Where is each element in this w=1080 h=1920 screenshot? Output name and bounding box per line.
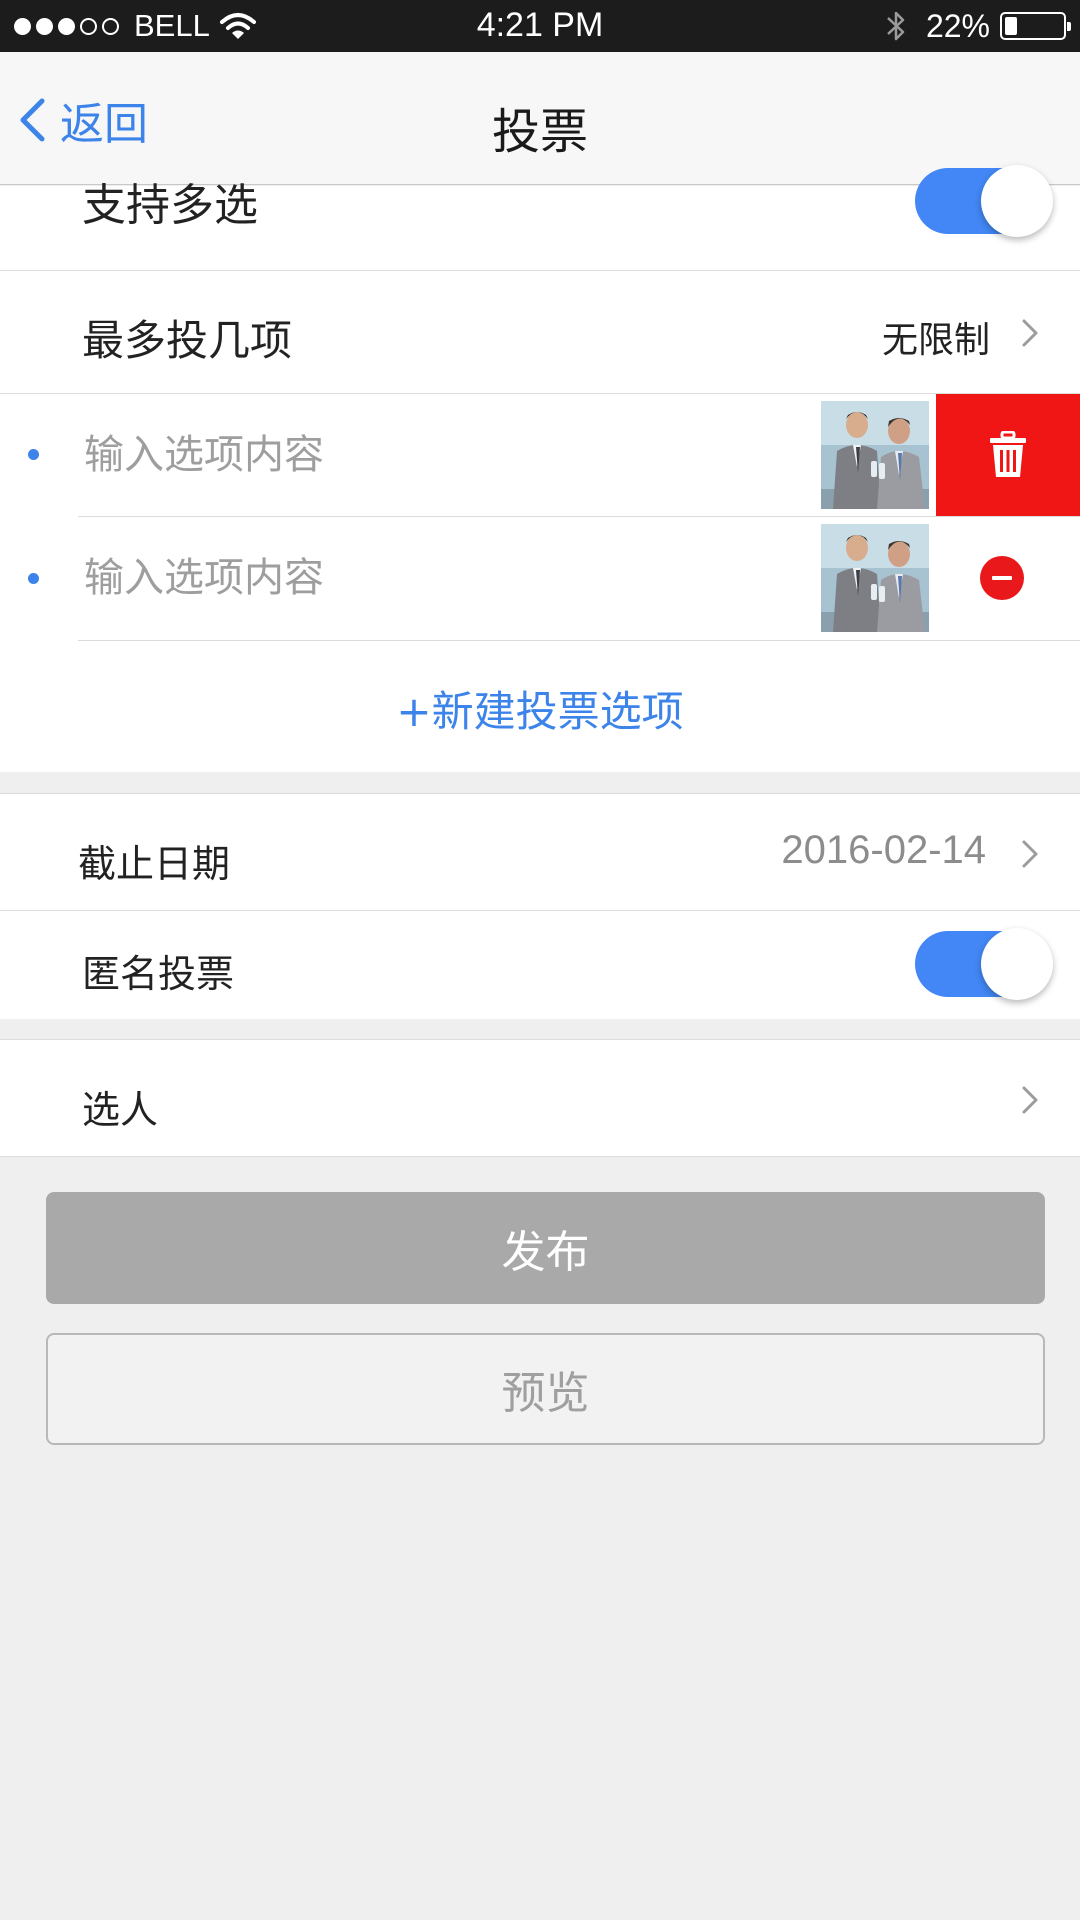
multi-select-label: 支持多选	[82, 180, 258, 231]
status-right: 22%	[884, 7, 1071, 44]
divider	[78, 640, 1080, 641]
deadline-value: 2016-02-14	[781, 828, 986, 872]
battery-percent: 22%	[925, 7, 990, 44]
select-people-label: 选人	[82, 1088, 159, 1132]
vote-option-row	[0, 394, 1080, 516]
deadline-row[interactable]: 截止日期 2016-02-14	[0, 794, 1080, 910]
option-image[interactable]	[821, 524, 929, 632]
option-image[interactable]	[821, 401, 929, 509]
toggle-knob	[981, 928, 1053, 1000]
status-bar: BELL 4:21 PM 22%	[0, 0, 1080, 52]
multi-select-row: 支持多选	[0, 165, 1080, 270]
minus-circle-icon[interactable]	[980, 556, 1024, 600]
max-votes-value: 无限制	[881, 320, 990, 361]
page-title: 投票	[491, 104, 588, 160]
max-votes-row[interactable]: 最多投几项 无限制	[0, 271, 1080, 393]
add-option-button[interactable]: +新建投票选项	[0, 678, 1080, 739]
nav-bar: 返回 投票	[0, 52, 1080, 185]
anonymous-toggle[interactable]	[915, 928, 1053, 1000]
publish-button[interactable]: 发布	[46, 1192, 1045, 1304]
option-input[interactable]	[82, 538, 782, 618]
bluetooth-icon	[887, 11, 905, 41]
delete-option-button[interactable]	[936, 394, 1080, 516]
option-input[interactable]	[82, 415, 782, 495]
option-bullet	[28, 449, 39, 460]
deadline-label: 截止日期	[78, 842, 231, 886]
multi-select-toggle[interactable]	[915, 165, 1053, 237]
anonymous-row: 匿名投票	[0, 911, 1080, 1019]
preview-button[interactable]: 预览	[46, 1333, 1045, 1445]
businessmen-photo	[821, 524, 929, 632]
select-people-row[interactable]: 选人	[0, 1039, 1080, 1157]
max-votes-label: 最多投几项	[82, 316, 293, 365]
trash-icon	[990, 431, 1026, 477]
options-section: 支持多选 最多投几项 无限制 输入选项内容 输入选项内容 +新建投票选项	[0, 165, 1080, 772]
chevron-right-icon	[1022, 840, 1038, 868]
option-bullet	[28, 573, 39, 584]
toggle-knob	[981, 165, 1053, 237]
vote-option-row	[0, 517, 1080, 639]
battery-icon	[1000, 12, 1071, 40]
chevron-right-icon	[1022, 319, 1038, 347]
businessmen-photo	[821, 401, 929, 509]
deadline-section: 截止日期 2016-02-14 匿名投票	[0, 793, 1080, 1019]
anonymous-label: 匿名投票	[82, 952, 235, 996]
chevron-right-icon	[1022, 1086, 1038, 1114]
